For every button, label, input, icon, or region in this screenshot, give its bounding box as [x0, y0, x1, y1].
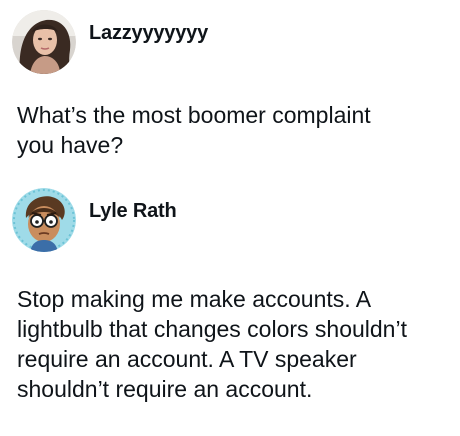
cartoon-face-avatar-icon [12, 188, 76, 252]
avatar[interactable] [12, 188, 76, 252]
post-text: Stop making me make accounts. A lightbul… [17, 286, 407, 402]
author-name[interactable]: Lyle Rath [89, 200, 177, 223]
post-text: What’s the most boomer complaint you hav… [17, 102, 371, 158]
post-author-row: Lazzyyyyyyy [12, 10, 208, 74]
author-name[interactable]: Lazzyyyyyyy [89, 22, 208, 45]
avatar[interactable] [12, 10, 76, 74]
user-photo-avatar-icon [12, 10, 76, 74]
post-author-row: Lyle Rath [12, 188, 177, 252]
